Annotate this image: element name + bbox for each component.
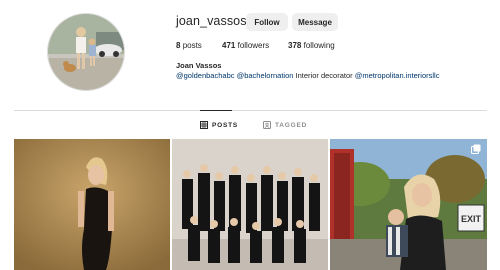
username: joan_vassos (176, 14, 247, 28)
svg-text:EXIT: EXIT (461, 214, 482, 224)
bio-mention-bachelornation[interactable]: @bachelornation (237, 71, 294, 80)
photo-woman-child-exit-sign: EXIT (330, 139, 487, 270)
post-thumbnail[interactable] (14, 139, 170, 270)
posts-stat: 8 posts (176, 41, 202, 50)
followers-stat[interactable]: 471 followers (222, 41, 269, 50)
bio-text: Interior decorator (295, 71, 353, 80)
tab-tagged-label: TAGGED (275, 121, 308, 129)
tagged-icon (263, 121, 271, 129)
grid-icon (200, 121, 208, 129)
bio-mention-goldenbachabc[interactable]: @goldenbachabc (176, 71, 235, 80)
following-label: following (303, 41, 335, 50)
avatar-image (48, 14, 124, 90)
posts-label: posts (182, 41, 202, 50)
tabs-divider (14, 110, 487, 111)
following-stat[interactable]: 378 following (288, 41, 335, 50)
following-count: 378 (288, 41, 302, 50)
posts-count: 8 (176, 41, 181, 50)
tab-tagged[interactable]: TAGGED (263, 121, 307, 129)
message-button[interactable]: Message (292, 13, 338, 31)
post-thumbnail[interactable] (172, 139, 328, 270)
multi-photo-icon (471, 144, 481, 154)
post-thumbnail[interactable]: EXIT (330, 139, 487, 270)
photo-group-women (172, 139, 328, 270)
followers-label: followers (237, 41, 270, 50)
follow-button[interactable]: Follow (246, 13, 288, 31)
tab-posts-label: POSTS (212, 121, 239, 129)
bio-mention-metropolitan[interactable]: @metropolitan.interiorsllc (355, 71, 440, 80)
followers-count: 471 (222, 41, 236, 50)
active-tab-indicator (200, 110, 232, 111)
bio: @goldenbachabc @bachelornation Interior … (176, 71, 439, 80)
full-name: Joan Vassos (176, 61, 222, 70)
tab-posts[interactable]: POSTS (200, 121, 238, 129)
profile-page: joan_vassos Follow Message 8 posts 471 f… (0, 0, 500, 270)
photo-woman-black-dress (14, 139, 170, 270)
avatar[interactable] (47, 13, 125, 91)
